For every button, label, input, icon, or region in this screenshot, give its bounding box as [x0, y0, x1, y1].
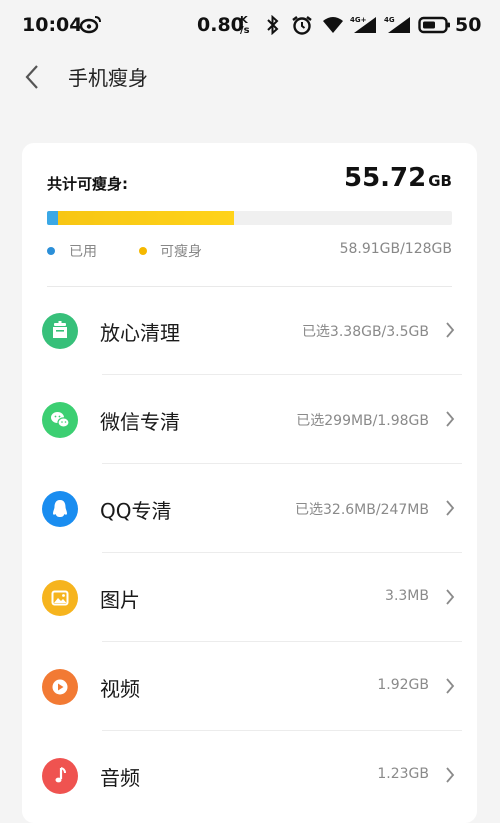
list-item-audio[interactable]: 音频 1.23GB	[22, 732, 477, 820]
list-item-videos[interactable]: 视频 1.92GB	[22, 643, 477, 731]
storage-usage-text: 58.91GB/128GB	[339, 241, 452, 257]
svg-text:4G: 4G	[384, 16, 395, 24]
chevron-right-icon	[446, 500, 455, 516]
storage-legend: 已用 可瘦身 58.91GB/128GB	[47, 241, 452, 261]
chevron-right-icon	[446, 322, 455, 338]
list-item-images[interactable]: 图片 3.3MB	[22, 554, 477, 642]
image-icon	[42, 580, 78, 616]
battery-level: 50	[455, 14, 482, 36]
battery-icon	[418, 16, 450, 34]
divider	[102, 463, 462, 464]
storage-slimmable-segment	[57, 211, 235, 225]
wifi-icon	[323, 17, 343, 33]
signal-icon-1: 4G+	[350, 16, 376, 33]
status-time: 10:04	[22, 14, 83, 36]
item-label: 图片	[100, 588, 140, 612]
item-value: 3.3MB	[385, 588, 429, 604]
legend-used-label: 已用	[69, 244, 97, 260]
net-speed: 0.80	[197, 14, 244, 36]
play-icon	[42, 669, 78, 705]
chevron-right-icon	[446, 767, 455, 783]
chevron-right-icon	[446, 678, 455, 694]
legend-slimmable-dot	[139, 247, 147, 255]
bluetooth-icon	[267, 15, 279, 35]
legend-slimmable-label: 可瘦身	[160, 244, 202, 260]
broom-icon	[42, 313, 78, 349]
music-icon	[42, 758, 78, 794]
alarm-icon	[292, 16, 312, 35]
chevron-right-icon	[446, 589, 455, 605]
item-label: 音频	[100, 766, 140, 790]
page-title: 手机瘦身	[68, 66, 148, 90]
qq-icon	[42, 491, 78, 527]
total-slimmable-label: 共计可瘦身:	[47, 175, 128, 193]
svg-text:4G+: 4G+	[350, 16, 367, 24]
signal-icon-2: 4G	[384, 16, 410, 33]
item-label: 放心清理	[100, 321, 180, 345]
divider	[102, 730, 462, 731]
item-label: 微信专清	[100, 410, 180, 434]
storage-usage-bar	[47, 211, 452, 225]
total-slimmable-value: 55.72 GB	[344, 163, 452, 193]
list-item-qq-clean[interactable]: QQ专清 已选32.6MB/247MB	[22, 465, 477, 553]
storage-card: 共计可瘦身: 55.72 GB 已用 可瘦身 58.91GB/128GB 放心清理…	[22, 143, 477, 823]
top-bar: 手机瘦身	[0, 50, 500, 105]
divider	[102, 374, 462, 375]
net-speed-unit: K/s	[240, 15, 250, 36]
list-item-safe-clean[interactable]: 放心清理 已选3.38GB/3.5GB	[22, 287, 477, 375]
legend-used-dot	[47, 247, 55, 255]
wechat-icon	[42, 402, 78, 438]
status-bar: 10:04 0.80 K/s 4G+ 4G 50	[0, 0, 500, 50]
item-value: 已选32.6MB/247MB	[295, 502, 429, 518]
list-item-wechat-clean[interactable]: 微信专清 已选299MB/1.98GB	[22, 376, 477, 464]
weibo-icon	[80, 16, 101, 34]
item-value: 已选3.38GB/3.5GB	[301, 324, 429, 340]
item-value: 已选299MB/1.98GB	[296, 413, 429, 429]
item-value: 1.23GB	[377, 766, 429, 782]
divider	[102, 552, 462, 553]
back-chevron-icon[interactable]	[22, 64, 42, 90]
divider	[102, 641, 462, 642]
chevron-right-icon	[446, 411, 455, 427]
storage-used-segment	[47, 211, 58, 225]
item-value: 1.92GB	[377, 677, 429, 693]
item-label: QQ专清	[100, 499, 172, 523]
item-label: 视频	[100, 677, 140, 701]
